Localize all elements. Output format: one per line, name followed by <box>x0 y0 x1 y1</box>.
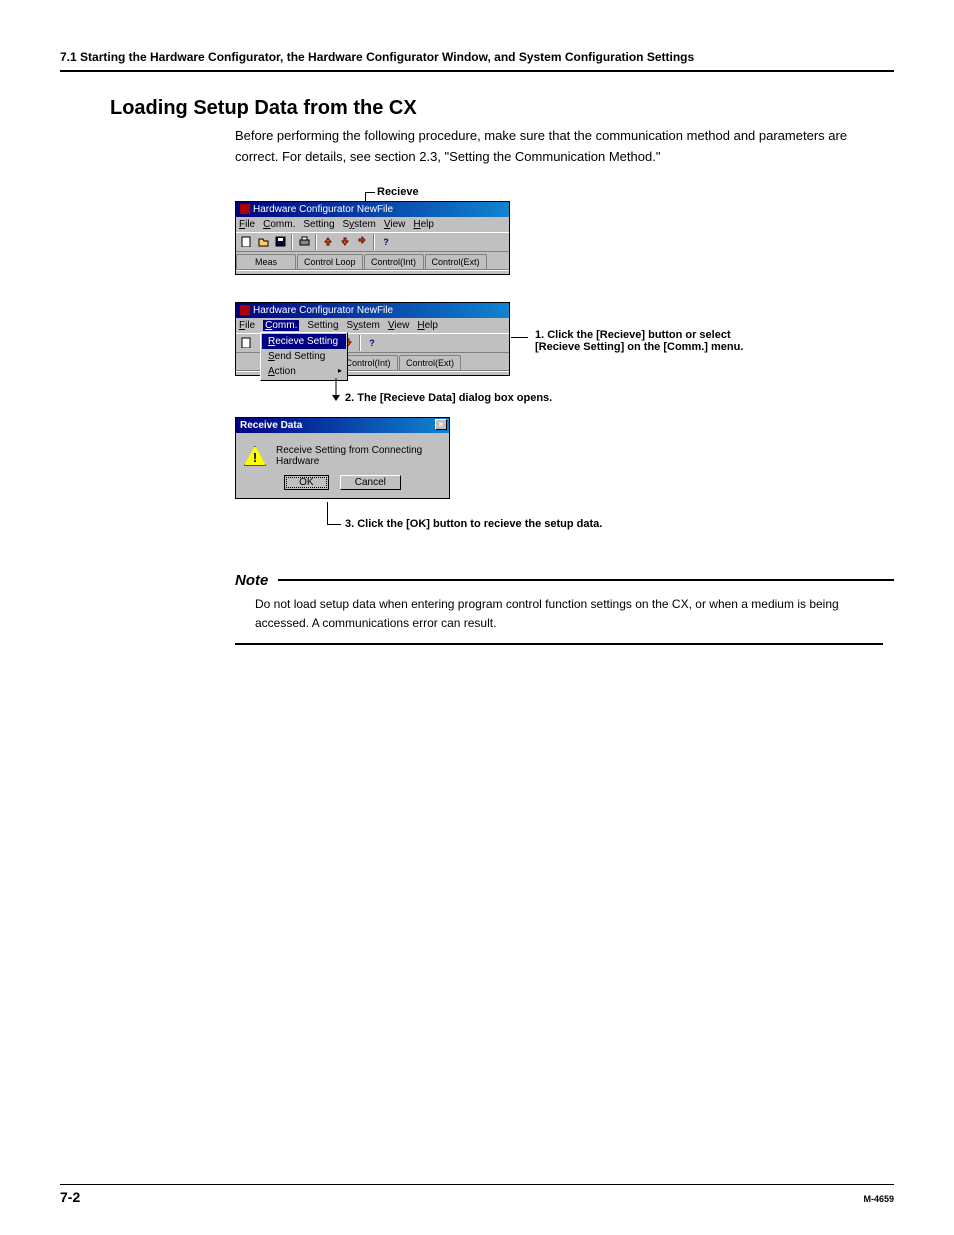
menu-view[interactable]: View <box>388 320 410 331</box>
dd-action[interactable]: Action▸ <box>262 364 346 379</box>
step3-line-h <box>327 524 341 525</box>
tab-control-ext[interactable]: Control(Ext) <box>425 254 487 269</box>
step-1-text: 1. Click the [Recieve] button or select … <box>535 329 743 353</box>
menu-system[interactable]: System <box>347 320 380 331</box>
page-number: 7-2 <box>60 1189 80 1205</box>
comm-dropdown: RRecieve Settingecieve Setting Send Sett… <box>260 332 348 381</box>
toolbar-1: ? <box>236 232 509 252</box>
menu-help[interactable]: Help <box>413 219 434 230</box>
menubar-1: FFileile Comm. Setting System View Help <box>236 217 509 232</box>
callout-recieve-label: Recieve <box>377 186 419 198</box>
tab-control-loop[interactable]: Control Loop <box>297 254 363 269</box>
dd-recieve-setting[interactable]: RRecieve Settingecieve Setting <box>262 334 346 349</box>
titlebar-text: Hardware Configurator NewFile <box>253 204 393 215</box>
menu-setting[interactable]: Setting <box>303 219 334 230</box>
help-icon[interactable]: ? <box>378 234 394 250</box>
app-icon <box>240 305 250 315</box>
receive-data-dialog: Receive Data × ! Receive Setting from Co… <box>235 417 450 499</box>
open-icon[interactable] <box>255 234 271 250</box>
submenu-arrow-icon: ▸ <box>338 366 342 375</box>
note-bottom-rule <box>235 643 883 645</box>
down-arrow-icon <box>331 378 341 407</box>
titlebar-2: Hardware Configurator NewFile <box>236 303 509 318</box>
document-id: M-4659 <box>863 1194 894 1204</box>
help-icon[interactable]: ? <box>364 335 380 351</box>
toolbar-separator <box>359 335 361 351</box>
step-2-text: 2. The [Recieve Data] dialog box opens. <box>345 392 552 404</box>
page-footer: 7-2 M-4659 <box>60 1184 894 1205</box>
step3-line-v <box>327 502 328 524</box>
ok-button[interactable]: OK <box>284 475 328 490</box>
dialog-message: Receive Setting from Connecting Hardware <box>276 445 441 467</box>
print-icon[interactable] <box>296 234 312 250</box>
note-rule <box>278 579 894 581</box>
tab-control-ext[interactable]: Control(Ext) <box>399 355 461 370</box>
send-icon[interactable] <box>337 234 353 250</box>
menu-file[interactable]: File <box>239 320 255 331</box>
dialog-body: ! Receive Setting from Connecting Hardwa… <box>236 433 449 475</box>
app-icon <box>240 204 250 214</box>
menu-setting[interactable]: Setting <box>307 320 338 331</box>
dialog-titlebar: Receive Data × <box>236 418 449 433</box>
note-text: Do not load setup data when entering pro… <box>255 595 861 633</box>
new-file-icon[interactable] <box>238 335 254 351</box>
step-3-text: 3. Click the [OK] button to recieve the … <box>345 518 602 530</box>
menu-file[interactable]: FFileile <box>239 219 255 230</box>
toolbar-separator <box>373 234 375 250</box>
menu-comm[interactable]: Comm. <box>263 320 299 331</box>
menubar-2: File Comm. Setting System View Help <box>236 318 509 333</box>
transfer-icon[interactable] <box>354 234 370 250</box>
app-window-2: Hardware Configurator NewFile File Comm.… <box>235 302 510 376</box>
callout-line-h <box>365 192 375 193</box>
dialog-buttons: OK Cancel <box>236 475 449 498</box>
titlebar-1: Hardware Configurator NewFile <box>236 202 509 217</box>
save-icon[interactable] <box>272 234 288 250</box>
toolbar-separator <box>315 234 317 250</box>
tabstrip-1: Meas Control Loop Control(Int) Control(E… <box>236 252 509 270</box>
menu-comm[interactable]: Comm. <box>263 219 295 230</box>
tab-meas[interactable]: Meas <box>236 254 296 269</box>
receive-icon[interactable] <box>320 234 336 250</box>
titlebar-text: Hardware Configurator NewFile <box>253 305 393 316</box>
note-heading: Note <box>235 572 894 589</box>
app-window-1: Hardware Configurator NewFile FFileile C… <box>235 201 510 275</box>
menu-view[interactable]: View <box>384 219 406 230</box>
tab-control-int[interactable]: Control(Int) <box>364 254 424 269</box>
menu-help[interactable]: Help <box>417 320 438 331</box>
cancel-button[interactable]: Cancel <box>340 475 401 490</box>
menu-system[interactable]: System <box>343 219 376 230</box>
page-header: 7.1 Starting the Hardware Configurator, … <box>60 50 894 72</box>
connector-1 <box>511 337 528 338</box>
new-file-icon[interactable] <box>238 234 254 250</box>
warning-icon: ! <box>244 446 266 466</box>
section-title: Loading Setup Data from the CX <box>110 97 894 120</box>
close-icon[interactable]: × <box>435 419 447 430</box>
toolbar-separator <box>291 234 293 250</box>
dialog-title-text: Receive Data <box>240 420 302 431</box>
dd-send-setting[interactable]: Send Setting <box>262 349 346 364</box>
intro-paragraph: Before performing the following procedur… <box>235 126 855 168</box>
